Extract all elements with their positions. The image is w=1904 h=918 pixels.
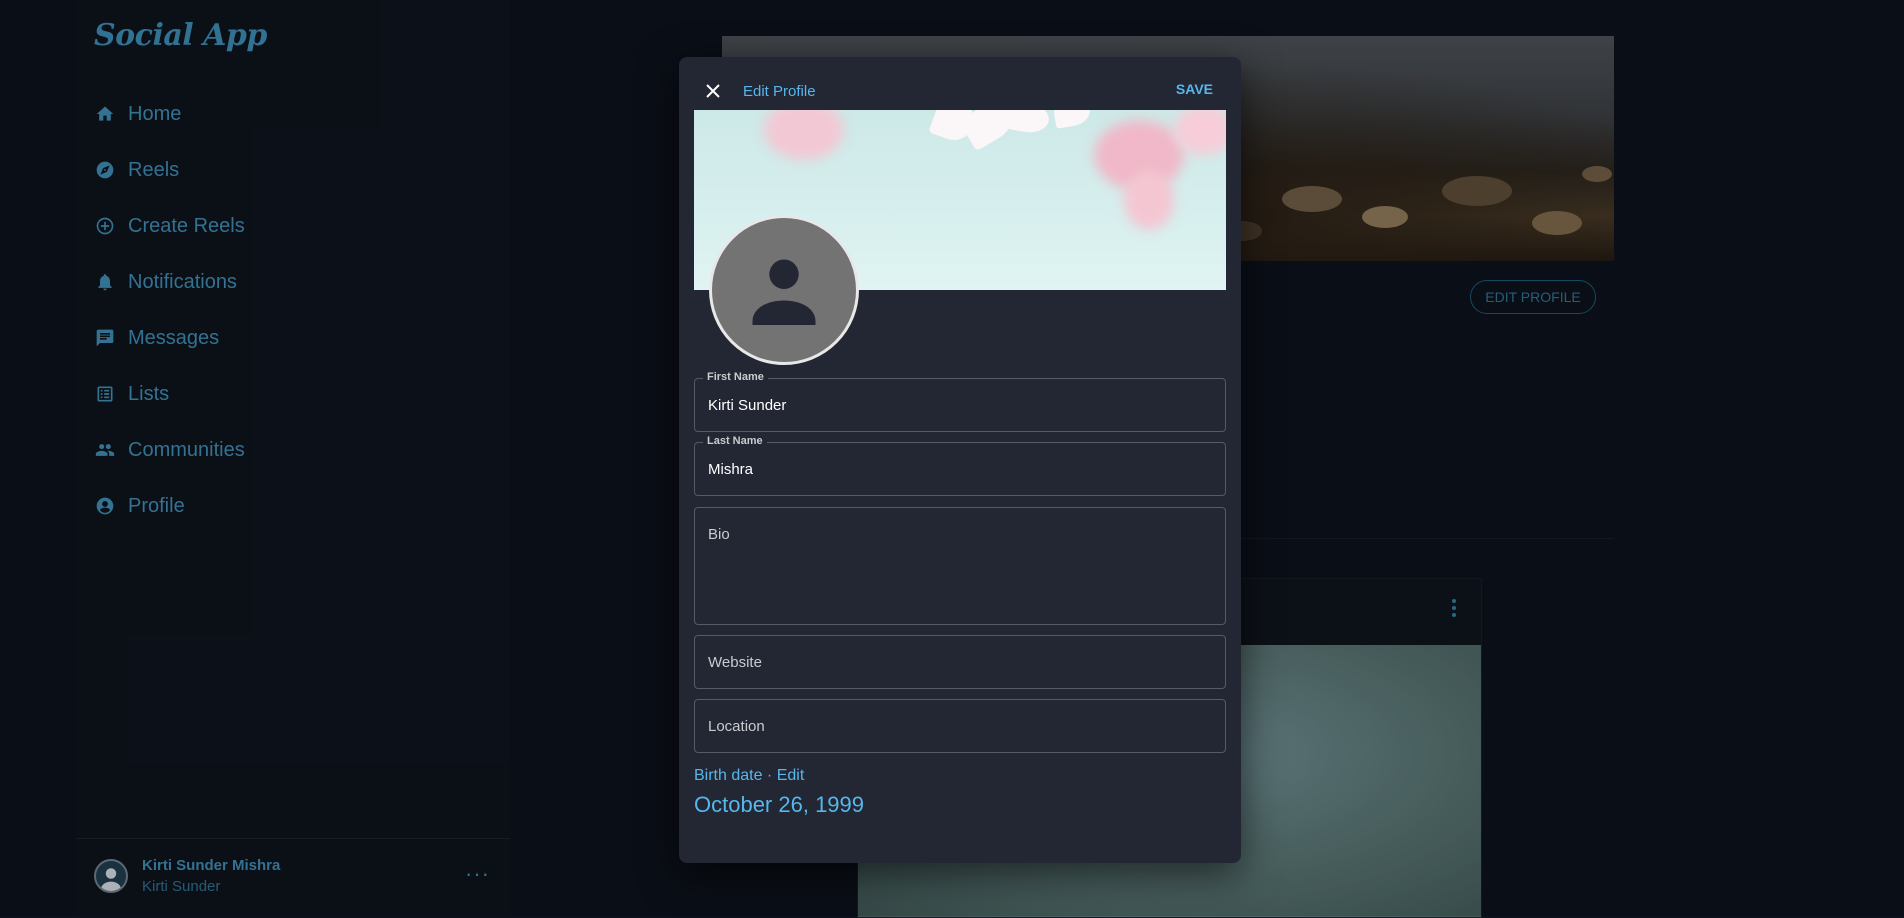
website-placeholder: Website	[708, 654, 762, 671]
website-field[interactable]: Website	[694, 635, 1226, 689]
last-name-label: Last Name	[703, 435, 767, 447]
last-name-value: Mishra	[708, 461, 754, 478]
birth-date-value: October 26, 1999	[694, 792, 865, 817]
save-button[interactable]: SAVE	[1176, 81, 1213, 97]
location-field[interactable]: Location	[694, 699, 1226, 753]
birth-date-edit-link[interactable]: Edit	[777, 767, 805, 784]
profile-avatar[interactable]	[709, 215, 859, 365]
birth-date-header: Birth date · Edit	[694, 767, 804, 785]
birth-date-label: Birth date	[694, 767, 763, 784]
close-icon[interactable]	[701, 79, 725, 103]
bio-field[interactable]: Bio	[694, 507, 1226, 625]
first-name-field[interactable]: First Name Kirti Sunder	[694, 371, 1226, 432]
first-name-value: Kirti Sunder	[708, 397, 787, 414]
person-icon	[752, 259, 816, 325]
edit-profile-dialog: Edit Profile SAVE First Name Kirti Sunde…	[679, 57, 1241, 863]
separator: ·	[762, 767, 777, 784]
first-name-label: First Name	[703, 371, 768, 383]
bio-placeholder: Bio	[708, 526, 730, 543]
dialog-title: Edit Profile	[743, 83, 816, 100]
last-name-field[interactable]: Last Name Mishra	[694, 435, 1226, 496]
location-placeholder: Location	[708, 718, 765, 735]
